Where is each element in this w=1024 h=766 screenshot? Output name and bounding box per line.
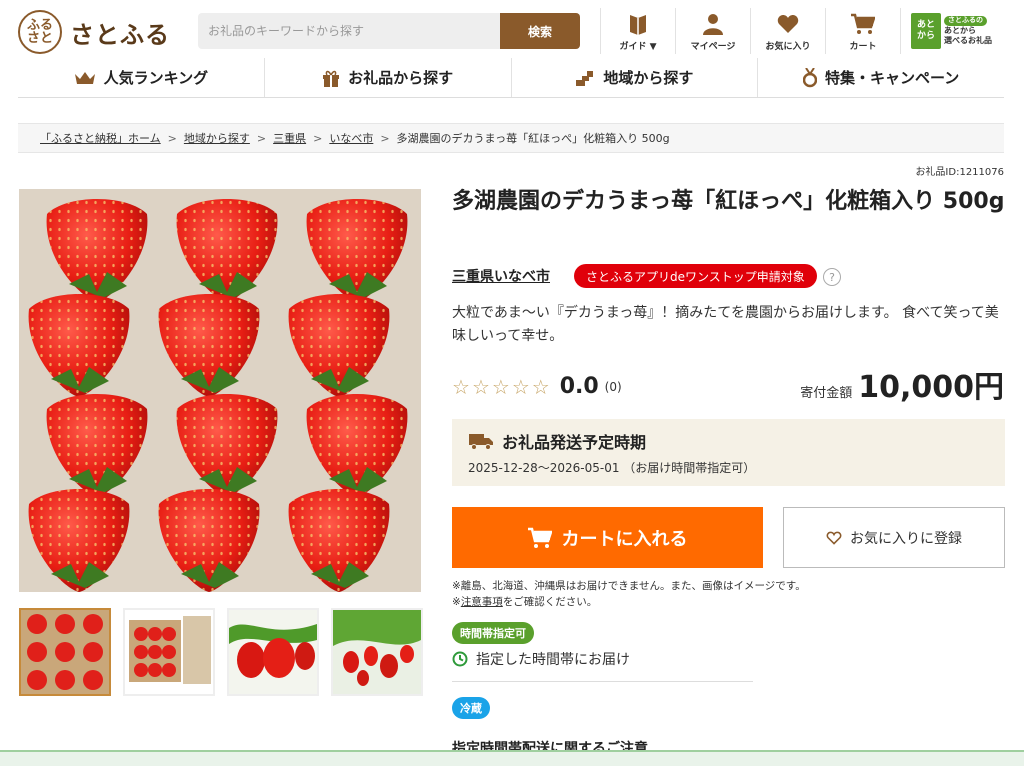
nav-region-label: 地域から探す [603,69,694,87]
price-value: 10,000円 [858,370,1004,405]
nav-region[interactable]: 地域から探す [510,58,758,97]
rating-value: 0.0 [559,374,599,399]
breadcrumb: 「ふるさと納税」ホーム > 地域から探す > 三重県 > いなべ市 > 多湖農園… [18,123,1004,153]
atokara-banner[interactable]: あと から さとふるの あとから 選べるお礼品 [900,8,998,54]
shipping-title-row: お礼品発送予定時期 [468,429,989,453]
breadcrumb-city[interactable]: いなべ市 [329,130,373,146]
cart-icon [851,11,875,37]
gift-id: お礼品ID:1211076 [915,167,1004,178]
cart-icon [527,527,552,549]
gift-icon [322,69,340,87]
nav-feature[interactable]: 特集・キャンペーン [757,58,1004,97]
nav-ranking[interactable]: 人気ランキング [18,58,264,97]
heart-icon [777,11,799,37]
atokara-line2: 選べるお礼品 [944,36,992,46]
note-line-2: ※注意事項をご確認ください。 [452,594,806,610]
refrigerated-tag: 冷蔵 [452,697,490,719]
breadcrumb-separator: > [167,131,177,145]
thumbnail-3[interactable] [227,608,319,696]
shipping-dates: 2025-12-28〜2026-05-01 （お届け時間帯指定可） [468,461,756,475]
star-outline-icon: ☆ [511,374,530,399]
search-button[interactable]: 検索 [500,13,580,49]
breadcrumb-separator: > [380,131,390,145]
star-outline-icon: ☆ [452,374,470,399]
atokara-line1: あとから [944,25,976,35]
shipping-schedule-box: お礼品発送予定時期 2025-12-28〜2026-05-01 （お届け時間帯指… [452,419,1005,486]
bottom-banner [0,750,1024,766]
add-to-cart-button[interactable]: カートに入れる [452,507,763,568]
product-main-image[interactable] [19,189,421,592]
breadcrumb-prefecture[interactable]: 三重県 [273,130,306,146]
atokara-text: さとふるの あとから 選べるお礼品 [944,15,992,46]
thumbnail-1[interactable] [19,608,111,696]
add-to-favorites-button[interactable]: お気に入りに登録 [783,507,1005,568]
notes: ※離島、北海道、沖縄県はお届けできません。また、画像はイメージです。 ※注意事項… [452,578,806,610]
time-slot-text: 指定した時間帯にお届け [476,652,630,668]
region-icon [575,69,595,87]
precautions-link[interactable]: 注意事項 [461,596,503,608]
nav-feature-label: 特集・キャンペーン [824,69,960,87]
thumbnail-2[interactable] [123,608,215,696]
product-description: 大粒であま〜い『デカうまっ苺』！摘みたてを農園からお届けします。 食べて笑って美… [452,305,999,344]
product-title: 多湖農園のデカうまっ苺「紅ほっぺ」化粧箱入り 500g [452,189,1005,214]
rating-row: ☆ ☆ ☆ ☆ ☆ 0.0 (0) [452,374,622,399]
site-header: ふる さと さとふる 検索 ガイド ▼ マイページ お気に入り [0,0,1024,58]
nav-gifts-label: お礼品から探す [348,69,454,87]
shipping-title: お礼品発送予定時期 [502,433,647,452]
time-slot-row: 指定した時間帯にお届け [452,649,630,669]
heart-outline-icon [826,531,842,545]
divider [452,681,753,682]
star-outline-icon: ☆ [471,374,490,399]
rating-count: (0) [604,379,622,394]
thumbnail-4[interactable] [331,608,423,696]
guide-label: ガイド ▼ [619,42,657,52]
logo-text: さとふる [70,20,170,49]
breadcrumb-separator: > [313,131,323,145]
price-label: 寄付金額 [800,386,853,401]
atokara-box: あと から [911,13,941,49]
note-suffix: をご確認ください。 [502,596,598,608]
guide-icon [629,11,647,37]
search-bar: 検索 [198,13,580,49]
add-to-favorites-label: お気に入りに登録 [850,530,962,547]
search-input[interactable] [198,13,500,49]
note-line-1: ※離島、北海道、沖縄県はお届けできません。また、画像はイメージです。 [452,580,806,592]
site-logo[interactable]: ふる さと さとふる [18,10,170,54]
main-nav: 人気ランキング お礼品から探す 地域から探す 特集・キャンペーン [18,58,1004,98]
mypage-label: マイページ [690,42,736,52]
atokara-pill: さとふるの [944,16,987,26]
favorites-link[interactable]: お気に入り [750,8,825,54]
star-outline-icon: ☆ [491,374,510,399]
breadcrumb-current: 多湖農園のデカうまっ苺「紅ほっぺ」化粧箱入り 500g [396,132,670,145]
breadcrumb-separator: > [256,131,267,145]
add-to-cart-label: カートに入れる [561,528,688,550]
star-outline-icon: ☆ [531,374,550,399]
clock-icon [452,651,468,667]
thumbnail-strip [19,608,423,696]
cart-link[interactable]: カート [825,8,900,54]
guide-menu[interactable]: ガイド ▼ [600,8,675,54]
help-icon[interactable]: ? [823,268,841,286]
breadcrumb-region[interactable]: 地域から探す [184,130,250,146]
cart-label: カート [849,42,877,52]
note-prefix: ※ [452,596,461,608]
nav-gifts[interactable]: お礼品から探す [263,58,511,97]
product-region-link[interactable]: 三重県いなべ市 [452,266,550,286]
truck-icon [468,432,494,450]
nav-ranking-label: 人気ランキング [103,69,209,87]
app-onestop-badge[interactable]: さとふるアプリdeワンストップ申請対象 [574,264,817,288]
medal-icon [802,67,817,88]
mypage-link[interactable]: マイページ [675,8,750,54]
mypage-icon [702,11,724,37]
favorites-label: お気に入り [765,42,811,52]
logo-mark: ふる さと [18,10,62,54]
header-icons: ガイド ▼ マイページ お気に入り カート あと から さとふるの あとから 選… [600,8,998,54]
breadcrumb-home[interactable]: 「ふるさと納税」ホーム [40,130,161,146]
crown-icon [74,70,96,86]
time-slot-tag: 時間帯指定可 [452,622,534,644]
price-block: 寄付金額 10,000円 [800,362,1004,406]
